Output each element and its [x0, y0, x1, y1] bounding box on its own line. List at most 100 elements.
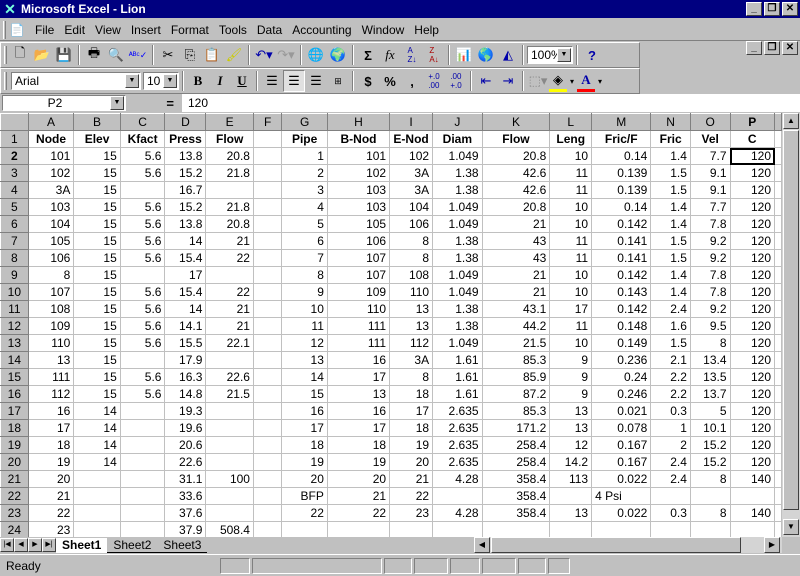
row-header[interactable]: 7: [0, 232, 29, 250]
cell-o22[interactable]: [690, 487, 731, 505]
row-header[interactable]: 2: [0, 147, 29, 165]
cell-l12[interactable]: 11: [549, 317, 593, 335]
row-header[interactable]: 6: [0, 215, 29, 233]
row-header[interactable]: 1: [0, 130, 29, 148]
cell-q20[interactable]: [774, 453, 782, 471]
font-select[interactable]: Arial ▼: [11, 72, 141, 90]
cell-c11[interactable]: 5.6: [120, 300, 166, 318]
cell-m7[interactable]: 0.141: [591, 232, 652, 250]
cell-o1[interactable]: Vel: [690, 130, 731, 148]
cell-k11[interactable]: 43.1: [482, 300, 551, 318]
cell-f18[interactable]: [253, 419, 283, 437]
cell-a2[interactable]: 101: [28, 147, 75, 165]
cell-n1[interactable]: Fric: [650, 130, 691, 148]
cell-f24[interactable]: [253, 521, 283, 537]
cell-l24[interactable]: [549, 521, 593, 537]
cell-c20[interactable]: [120, 453, 166, 471]
cell-g1[interactable]: Pipe: [281, 130, 328, 148]
cell-m1[interactable]: Fric/F: [591, 130, 652, 148]
cell-e18[interactable]: [205, 419, 254, 437]
cell-d1[interactable]: Press: [164, 130, 207, 148]
cell-k10[interactable]: 21: [482, 283, 551, 301]
currency-icon[interactable]: $: [357, 70, 379, 92]
font-color-dropdown[interactable]: ▾: [595, 70, 605, 92]
cell-k20[interactable]: 258.4: [482, 453, 551, 471]
cell-f13[interactable]: [253, 334, 283, 352]
cell-d8[interactable]: 15.4: [164, 249, 207, 267]
cell-i11[interactable]: 13: [389, 300, 434, 318]
cell-q3[interactable]: [774, 164, 782, 182]
cell-h11[interactable]: 110: [327, 300, 391, 318]
cell-p5[interactable]: 120: [730, 198, 776, 216]
cell-a6[interactable]: 104: [28, 215, 75, 233]
cell-o13[interactable]: 8: [690, 334, 731, 352]
cell-l18[interactable]: 13: [549, 419, 593, 437]
cell-m22[interactable]: 4 Psi: [591, 487, 652, 505]
last-sheet-icon[interactable]: ▶|: [42, 538, 56, 552]
cell-m8[interactable]: 0.141: [591, 249, 652, 267]
cell-q14[interactable]: [774, 351, 782, 369]
cell-q1[interactable]: [774, 130, 782, 148]
cell-o12[interactable]: 9.5: [690, 317, 731, 335]
horizontal-scroll-thumb[interactable]: [491, 537, 741, 553]
cell-i21[interactable]: 21: [389, 470, 434, 488]
cell-b17[interactable]: 14: [73, 402, 121, 420]
cell-l14[interactable]: 9: [549, 351, 593, 369]
formula-input[interactable]: 120: [182, 94, 800, 112]
row-header[interactable]: 17: [0, 402, 29, 420]
cell-e24[interactable]: 508.4: [205, 521, 254, 537]
cell-i7[interactable]: 8: [389, 232, 434, 250]
cell-i2[interactable]: 102: [389, 147, 434, 165]
cell-e2[interactable]: 20.8: [205, 147, 254, 165]
cell-n8[interactable]: 1.5: [650, 249, 691, 267]
cell-j14[interactable]: 1.61: [432, 351, 483, 369]
cell-n7[interactable]: 1.5: [650, 232, 691, 250]
cell-d18[interactable]: 19.6: [164, 419, 207, 437]
increase-indent-icon[interactable]: ⇥: [497, 70, 519, 92]
new-icon[interactable]: 🗋: [9, 44, 31, 66]
align-right-icon[interactable]: ☰: [305, 70, 327, 92]
cell-p11[interactable]: 120: [730, 300, 776, 318]
comma-icon[interactable]: ,: [401, 70, 423, 92]
cell-e11[interactable]: 21: [205, 300, 254, 318]
cell-l6[interactable]: 10: [549, 215, 593, 233]
cell-b2[interactable]: 15: [73, 147, 121, 165]
cell-n19[interactable]: 2: [650, 436, 691, 454]
row-header[interactable]: 18: [0, 419, 29, 437]
cell-a15[interactable]: 111: [28, 368, 75, 386]
cell-j15[interactable]: 1.61: [432, 368, 483, 386]
cell-d21[interactable]: 31.1: [164, 470, 207, 488]
cell-k23[interactable]: 358.4: [482, 504, 551, 522]
cell-g22[interactable]: BFP: [281, 487, 328, 505]
cell-h7[interactable]: 106: [327, 232, 391, 250]
toolbar-grip[interactable]: [3, 20, 6, 39]
cell-b24[interactable]: [73, 521, 121, 537]
cell-g19[interactable]: 18: [281, 436, 328, 454]
cell-p21[interactable]: 140: [730, 470, 776, 488]
chevron-down-icon[interactable]: ▼: [163, 74, 177, 88]
minimize-button[interactable]: _: [746, 2, 762, 16]
cell-j16[interactable]: 1.61: [432, 385, 483, 403]
cell-m18[interactable]: 0.078: [591, 419, 652, 437]
cell-g8[interactable]: 7: [281, 249, 328, 267]
cell-m20[interactable]: 0.167: [591, 453, 652, 471]
cell-b11[interactable]: 15: [73, 300, 121, 318]
fill-color-icon[interactable]: ◈: [549, 70, 567, 92]
cell-c3[interactable]: 5.6: [120, 164, 166, 182]
cell-e5[interactable]: 21.8: [205, 198, 254, 216]
cell-c15[interactable]: 5.6: [120, 368, 166, 386]
cell-d4[interactable]: 16.7: [164, 181, 207, 199]
column-header-c[interactable]: C: [120, 113, 166, 131]
cell-q23[interactable]: [774, 504, 782, 522]
cell-e22[interactable]: [205, 487, 254, 505]
row-header[interactable]: 24: [0, 521, 29, 537]
cell-j1[interactable]: Diam: [432, 130, 483, 148]
cell-n17[interactable]: 0.3: [650, 402, 691, 420]
cell-b5[interactable]: 15: [73, 198, 121, 216]
equals-sign[interactable]: =: [126, 96, 182, 111]
cell-i12[interactable]: 13: [389, 317, 434, 335]
cell-h3[interactable]: 102: [327, 164, 391, 182]
cell-k15[interactable]: 85.9: [482, 368, 551, 386]
cell-a7[interactable]: 105: [28, 232, 75, 250]
cell-b12[interactable]: 15: [73, 317, 121, 335]
